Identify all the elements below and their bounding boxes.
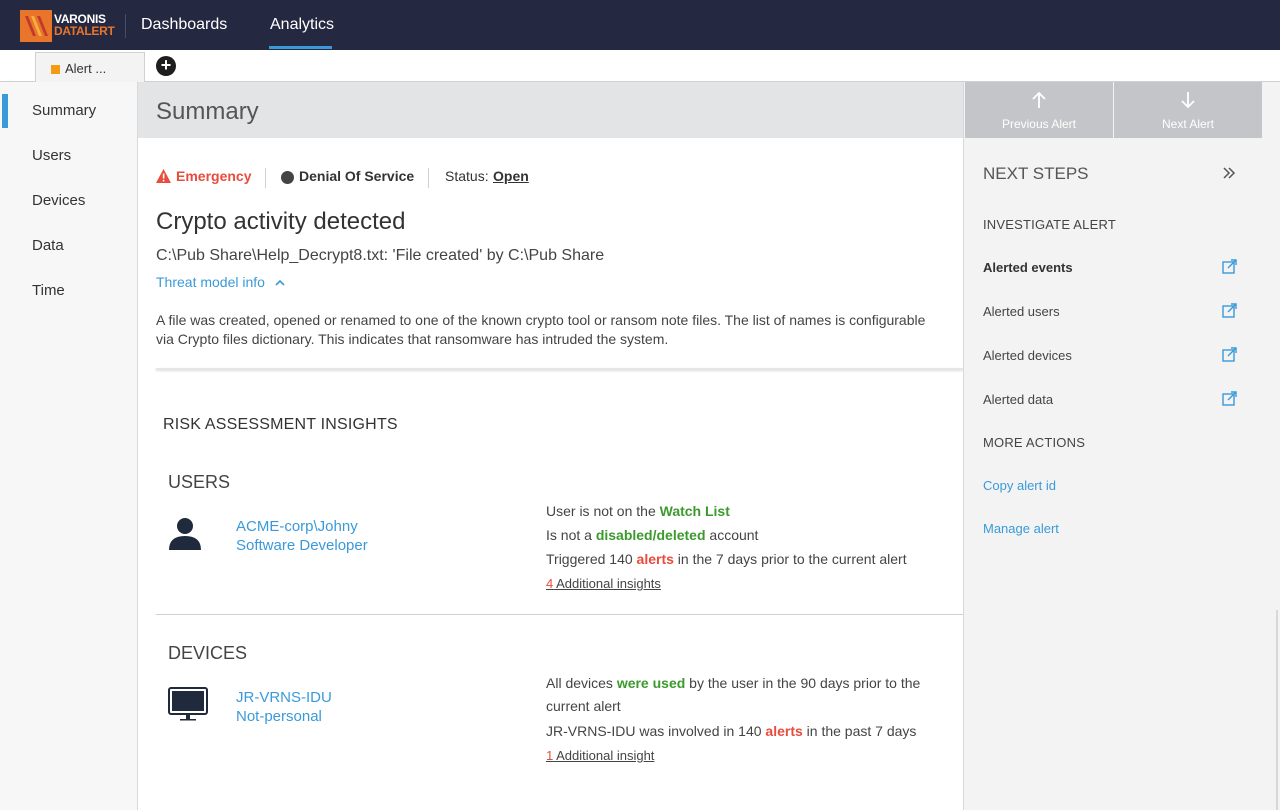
sidebar-item-summary[interactable]: Summary bbox=[32, 102, 96, 119]
alert-title: Crypto activity detected bbox=[156, 208, 406, 235]
nav-active-indicator bbox=[269, 46, 332, 49]
insight-text: All devices bbox=[546, 675, 617, 691]
sidebar-item-users[interactable]: Users bbox=[32, 147, 71, 164]
previous-alert-label: Previous Alert bbox=[1001, 117, 1077, 131]
insight-highlight: alerts bbox=[765, 723, 803, 739]
insight-highlight: Watch List bbox=[659, 503, 730, 519]
status-value-link[interactable]: Open bbox=[493, 168, 529, 184]
alerted-events-link[interactable]: Alerted events bbox=[983, 260, 1073, 275]
sidebar-item-time[interactable]: Time bbox=[32, 282, 65, 299]
user-icon bbox=[169, 518, 201, 550]
next-alert-label: Next Alert bbox=[1161, 117, 1215, 131]
nav-dashboards[interactable]: Dashboards bbox=[141, 16, 227, 34]
manage-alert-link[interactable]: Manage alert bbox=[983, 521, 1059, 536]
sidebar-item-data[interactable]: Data bbox=[32, 237, 64, 254]
user-insight-alerts: Triggered 140 alerts in the 7 days prior… bbox=[546, 551, 907, 567]
tab-label: Alert ... bbox=[65, 61, 107, 76]
external-link-icon[interactable] bbox=[1222, 391, 1237, 406]
arrow-down-icon bbox=[1181, 92, 1195, 109]
threat-model-text: A file was created, opened or renamed to… bbox=[156, 312, 926, 347]
alert-square-icon bbox=[51, 65, 60, 74]
insight-text: by the user in the 90 days prior to the bbox=[685, 675, 921, 691]
section-divider bbox=[156, 368, 963, 370]
device-type-link[interactable]: Not-personal bbox=[236, 708, 322, 725]
alerted-users-link[interactable]: Alerted users bbox=[983, 304, 1060, 319]
copy-alert-id-link[interactable]: Copy alert id bbox=[983, 478, 1056, 493]
alerted-devices-link[interactable]: Alerted devices bbox=[983, 348, 1072, 363]
top-bar: VARONIS DATALERT Dashboards Analytics bbox=[0, 0, 1280, 50]
threat-type-label: Denial Of Service bbox=[299, 168, 415, 184]
insight-text: User is not on the bbox=[546, 503, 660, 519]
severity-label: Emergency bbox=[176, 168, 252, 184]
next-steps-title: NEXT STEPS bbox=[983, 164, 1089, 183]
meta-divider bbox=[428, 168, 429, 188]
chevron-up-icon bbox=[275, 279, 285, 286]
device-insight-usage: All devices were used by the user in the… bbox=[546, 675, 920, 691]
tab-alert[interactable]: Alert ... bbox=[35, 52, 145, 82]
warning-icon bbox=[156, 169, 171, 183]
status-label: Status: bbox=[445, 168, 489, 184]
insight-link-text: Additional insight bbox=[553, 748, 655, 763]
sidebar-item-devices[interactable]: Devices bbox=[32, 192, 85, 209]
monitor-icon bbox=[168, 687, 208, 721]
next-steps-panel: Previous Alert Next Alert NEXT STEPS INV… bbox=[963, 82, 1280, 810]
collapse-panel-icon[interactable] bbox=[1222, 166, 1236, 180]
device-insight-usage-line2: current alert bbox=[546, 698, 621, 714]
user-role-link[interactable]: Software Developer bbox=[236, 537, 368, 554]
previous-alert-button[interactable]: Previous Alert bbox=[965, 82, 1113, 138]
brand-line2: DATALERT bbox=[54, 24, 115, 38]
insight-text: Triggered 140 bbox=[546, 551, 637, 567]
external-link-icon[interactable] bbox=[1222, 347, 1237, 362]
alerted-data-link[interactable]: Alerted data bbox=[983, 392, 1053, 407]
user-additional-insights-link[interactable]: 4 Additional insights bbox=[546, 576, 661, 591]
insight-highlight: alerts bbox=[636, 551, 674, 567]
insight-text: in the past 7 days bbox=[802, 723, 917, 739]
insight-link-text: Additional insights bbox=[553, 576, 661, 591]
varonis-logo[interactable] bbox=[20, 10, 52, 42]
device-additional-insight-link[interactable]: 1 Additional insight bbox=[546, 748, 654, 763]
threat-model-info-label: Threat model info bbox=[156, 274, 265, 290]
user-name-link[interactable]: ACME-corp\Johny bbox=[236, 518, 358, 535]
sidebar: Summary Users Devices Data Time bbox=[0, 82, 138, 810]
user-insight-watchlist: User is not on the Watch List bbox=[546, 503, 730, 519]
insight-text: JR-VRNS-IDU was involved in 140 bbox=[546, 723, 766, 739]
insight-text: account bbox=[705, 527, 759, 543]
next-alert-button[interactable]: Next Alert bbox=[1114, 82, 1262, 138]
external-link-icon[interactable] bbox=[1222, 303, 1237, 318]
section-divider bbox=[156, 614, 963, 615]
page-title: Summary bbox=[156, 98, 259, 125]
main-content: Summary Emergency Denial Of Service Stat… bbox=[138, 82, 963, 810]
alert-description: C:\Pub Share\Help_Decrypt8.txt: 'File cr… bbox=[156, 247, 605, 264]
summary-header: Summary bbox=[138, 82, 963, 138]
insight-highlight: disabled/deleted bbox=[595, 527, 706, 543]
devices-section-title: DEVICES bbox=[168, 643, 248, 663]
nav-analytics[interactable]: Analytics bbox=[270, 16, 334, 34]
brand-separator bbox=[125, 14, 126, 38]
device-name-link[interactable]: JR-VRNS-IDU bbox=[236, 689, 332, 706]
plus-circle-icon[interactable]: + bbox=[156, 56, 176, 76]
risk-assessment-title: RISK ASSESSMENT INSIGHTS bbox=[163, 416, 398, 433]
investigate-alert-label: INVESTIGATE ALERT bbox=[983, 217, 1116, 232]
external-link-icon[interactable] bbox=[1222, 259, 1237, 274]
brand-name: VARONIS DATALERT bbox=[54, 13, 115, 38]
user-insight-account: Is not a disabled/deleted account bbox=[546, 527, 758, 543]
users-section-title: USERS bbox=[168, 472, 231, 492]
more-actions-label: MORE ACTIONS bbox=[983, 435, 1086, 450]
device-insight-alerts: JR-VRNS-IDU was involved in 140 alerts i… bbox=[546, 723, 916, 739]
insight-text: in the 7 days prior to the current alert bbox=[673, 551, 907, 567]
scrollbar[interactable] bbox=[1276, 610, 1278, 810]
arrow-up-icon bbox=[1032, 91, 1046, 108]
insight-text: Is not a bbox=[546, 527, 596, 543]
threat-type-icon bbox=[281, 171, 294, 184]
insight-highlight: were used bbox=[616, 675, 686, 691]
tab-strip: Alert ... + bbox=[0, 50, 1280, 82]
threat-model-info-link[interactable]: Threat model info bbox=[156, 274, 285, 290]
meta-divider bbox=[265, 168, 266, 188]
sidebar-active-indicator bbox=[2, 94, 8, 128]
